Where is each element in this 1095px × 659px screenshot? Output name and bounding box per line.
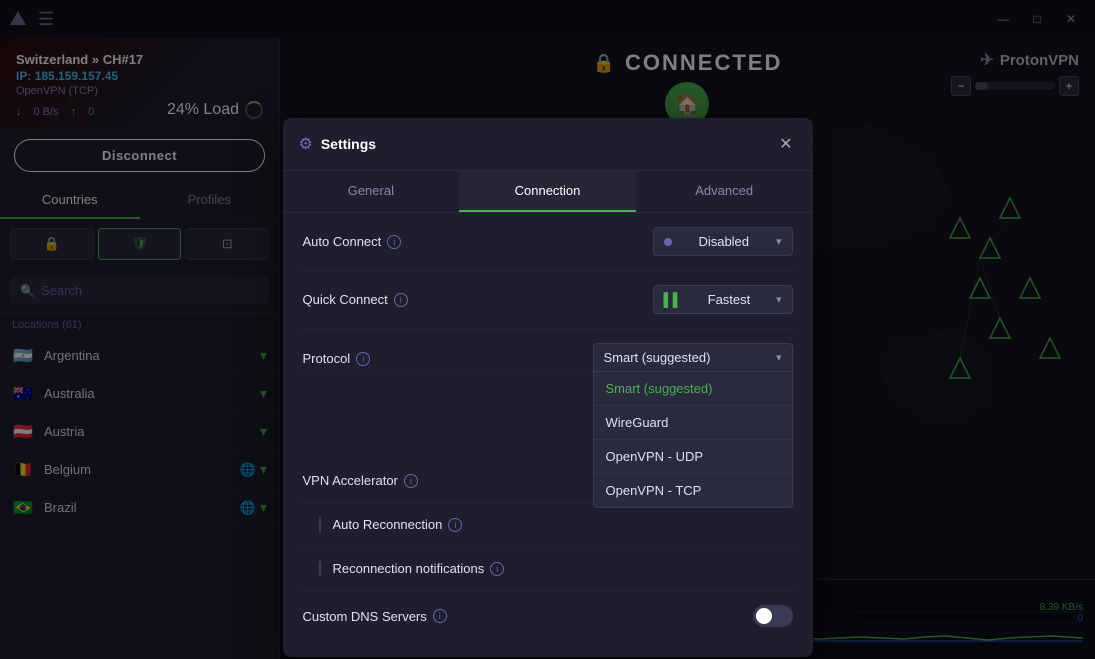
protocol-dropdown-button[interactable]: Smart (suggested) ▾ xyxy=(593,343,793,372)
protocol-info-icon[interactable]: i xyxy=(356,352,370,366)
quick-connect-text: Quick Connect xyxy=(303,292,388,307)
setting-row-auto-reconnection: Auto Reconnection i xyxy=(303,503,793,547)
custom-dns-text: Custom DNS Servers xyxy=(303,609,427,624)
quick-connect-value: Fastest xyxy=(708,292,751,307)
vpn-accelerator-label: VPN Accelerator i xyxy=(303,473,418,488)
custom-dns-info-icon[interactable]: i xyxy=(433,609,447,623)
protocol-option-openvpn-udp[interactable]: OpenVPN - UDP xyxy=(594,440,792,474)
chevron-icon-2: ▾ xyxy=(776,293,782,306)
reconnection-notifications-text: Reconnection notifications xyxy=(319,561,485,576)
custom-dns-label: Custom DNS Servers i xyxy=(303,609,447,624)
settings-tabs: General Connection Advanced xyxy=(283,171,813,213)
protocol-dropdown-menu: Smart (suggested) WireGuard OpenVPN - UD… xyxy=(593,372,793,508)
chevron-icon: ▾ xyxy=(776,235,782,248)
protocol-dropdown: Smart (suggested) ▾ Smart (suggested) Wi… xyxy=(593,343,793,372)
app-window: ☰ — □ ✕ Switzerland » CH#17 IP: 185.159.… xyxy=(0,0,1095,659)
settings-dialog: ⚙ Settings ✕ General Connection Advanced… xyxy=(283,118,813,657)
vpn-accelerator-text: VPN Accelerator xyxy=(303,473,398,488)
protocol-option-smart[interactable]: Smart (suggested) xyxy=(594,372,792,406)
custom-dns-toggle[interactable] xyxy=(753,605,793,627)
auto-reconnection-text: Auto Reconnection xyxy=(319,517,443,532)
quick-connect-info-icon[interactable]: i xyxy=(394,293,408,307)
auto-reconnection-label: Auto Reconnection i xyxy=(303,517,463,532)
modal-overlay: ⚙ Settings ✕ General Connection Advanced… xyxy=(0,0,1095,659)
protocol-option-wireguard[interactable]: WireGuard xyxy=(594,406,792,440)
protocol-label: Protocol i xyxy=(303,343,371,366)
auto-connect-label: Auto Connect i xyxy=(303,234,402,249)
setting-row-custom-dns: Custom DNS Servers i xyxy=(303,591,793,641)
vpn-accelerator-info-icon[interactable]: i xyxy=(404,474,418,488)
settings-close-button[interactable]: ✕ xyxy=(775,130,796,158)
chevron-icon-3: ▾ xyxy=(776,351,782,364)
auto-connect-text: Auto Connect xyxy=(303,234,382,249)
reconnection-notifications-info-icon[interactable]: i xyxy=(490,562,504,576)
protocol-option-openvpn-tcp[interactable]: OpenVPN - TCP xyxy=(594,474,792,507)
protocol-text: Protocol xyxy=(303,351,351,366)
tab-general[interactable]: General xyxy=(283,171,460,212)
auto-connect-dropdown[interactable]: Disabled ▾ xyxy=(653,227,793,256)
settings-title: Settings xyxy=(321,136,376,152)
settings-titlebar: ⚙ Settings ✕ xyxy=(283,118,813,171)
tab-advanced[interactable]: Advanced xyxy=(636,171,813,212)
auto-reconnection-info-icon[interactable]: i xyxy=(448,518,462,532)
bars-icon: ▌▌ xyxy=(664,292,682,307)
quick-connect-dropdown[interactable]: ▌▌ Fastest ▾ xyxy=(653,285,793,314)
settings-content: Auto Connect i Disabled ▾ Quick Connect … xyxy=(283,213,813,657)
auto-connect-info-icon[interactable]: i xyxy=(387,235,401,249)
protocol-value: Smart (suggested) xyxy=(604,350,711,365)
toggle-knob xyxy=(756,608,772,624)
quick-connect-label: Quick Connect i xyxy=(303,292,408,307)
disabled-dot-icon xyxy=(664,238,672,246)
reconnection-notifications-label: Reconnection notifications i xyxy=(303,561,505,576)
setting-row-quick-connect: Quick Connect i ▌▌ Fastest ▾ xyxy=(303,271,793,329)
settings-title-left: ⚙ Settings xyxy=(299,134,377,154)
setting-row-reconnection-notifications: Reconnection notifications i xyxy=(303,547,793,591)
setting-row-protocol: Protocol i Smart (suggested) ▾ Smart (su… xyxy=(303,329,793,373)
setting-row-auto-connect: Auto Connect i Disabled ▾ xyxy=(303,213,793,271)
settings-gear-icon: ⚙ xyxy=(299,134,313,154)
auto-connect-value: Disabled xyxy=(698,234,749,249)
tab-connection[interactable]: Connection xyxy=(459,171,636,212)
